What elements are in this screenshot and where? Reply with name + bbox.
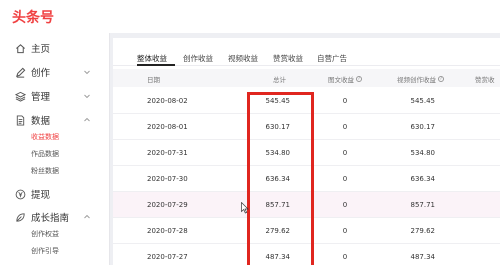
cell-date: 2020-07-31 [147, 149, 188, 157]
column-header-reward: 赞赏收 [475, 76, 495, 84]
column-header-label: 视频创作收益 [397, 76, 436, 84]
cell-date: 2020-07-29 [147, 201, 188, 209]
cell-total: 636.34 [265, 175, 291, 183]
cell-total: 545.45 [265, 97, 291, 105]
chevron-down-icon[interactable] [83, 92, 91, 100]
yen-icon [14, 188, 26, 200]
help-icon[interactable]: ? [438, 76, 444, 82]
tab-reward-revenue[interactable]: 赞赏收益 [273, 53, 303, 64]
column-header-total: 总计 [273, 76, 286, 84]
table-row[interactable]: 2020-07-31 534.80 0 534.80 [113, 140, 500, 166]
layers-icon [14, 90, 26, 102]
help-icon[interactable]: ? [356, 76, 362, 82]
sidebar-item-create[interactable]: 创作 [0, 62, 110, 82]
cell-video-creation: 487.34 [410, 253, 436, 261]
cell-image-text: 0 [342, 253, 348, 261]
tab-creation-revenue[interactable]: 创作收益 [183, 53, 213, 64]
cell-video-creation: 630.17 [410, 123, 436, 131]
tab-bar: 整体收益 创作收益 视频收益 赞赏收益 自营广告 [113, 38, 500, 66]
document-icon [14, 114, 26, 126]
chevron-down-icon[interactable] [83, 68, 91, 76]
sidebar-item-data[interactable]: 数据 [0, 110, 110, 130]
sidebar-item-home[interactable]: 主页 [0, 38, 110, 58]
cell-image-text: 0 [342, 175, 348, 183]
cell-image-text: 0 [342, 149, 348, 157]
tab-overall-revenue[interactable]: 整体收益 [137, 53, 167, 64]
main-panel: 整体收益 创作收益 视频收益 赞赏收益 自营广告 日期 总计 图文收益 ? 视频… [113, 38, 500, 265]
column-header-image-text: 图文收益 ? [328, 74, 362, 84]
column-header-date: 日期 [147, 76, 160, 84]
cell-image-text: 0 [342, 123, 348, 131]
table-row[interactable]: 2020-07-30 636.34 0 636.34 [113, 166, 500, 192]
cell-video-creation: 279.62 [410, 227, 436, 235]
sidebar-item-label: 管理 [31, 92, 51, 103]
sidebar-item-growth-guide[interactable]: 成长指南 [0, 207, 110, 227]
table-header: 日期 总计 图文收益 ? 视频创作收益 ? 赞赏收 [113, 69, 500, 87]
sidebar-item-label: 数据 [31, 116, 51, 127]
sidebar-subitem-works-data[interactable]: 作品数据 [31, 147, 59, 161]
tab-self-ads[interactable]: 自营广告 [317, 53, 347, 64]
sidebar-item-label: 提现 [31, 190, 51, 201]
cell-video-creation: 857.71 [410, 201, 436, 209]
cell-total: 534.80 [265, 149, 291, 157]
sidebar-item-label: 成长指南 [31, 213, 70, 224]
cell-date: 2020-07-30 [147, 175, 188, 183]
cell-total: 279.62 [265, 227, 291, 235]
sidebar-subitem-creator-rights[interactable]: 创作权益 [31, 227, 59, 241]
active-tab-indicator [137, 64, 175, 66]
table-row[interactable]: 2020-08-01 630.17 0 630.17 [113, 114, 500, 140]
cell-date: 2020-07-28 [147, 227, 188, 235]
table-row[interactable]: 2020-07-28 279.62 0 279.62 [113, 218, 500, 244]
cell-total: 487.34 [265, 253, 291, 261]
cell-date: 2020-08-01 [147, 123, 188, 131]
cell-video-creation: 545.45 [410, 97, 436, 105]
sidebar-subitem-revenue-data[interactable]: 收益数据 [31, 130, 59, 144]
cell-date: 2020-07-27 [147, 253, 188, 261]
sidebar-item-label: 主页 [31, 44, 51, 55]
tab-video-revenue[interactable]: 视频收益 [228, 53, 258, 64]
sidebar: 主页 创作 管理 数据 收益数据 作品数据 粉丝数据 提现 成长指南 创作权益 … [0, 33, 110, 265]
column-header-label: 图文收益 [328, 76, 354, 84]
sidebar-subitem-creator-guide[interactable]: 创作引导 [31, 244, 59, 258]
sidebar-item-manage[interactable]: 管理 [0, 86, 110, 106]
sidebar-subitem-fans-data[interactable]: 粉丝数据 [31, 164, 59, 178]
chevron-up-icon[interactable] [83, 213, 91, 221]
sidebar-item-withdraw[interactable]: 提现 [0, 184, 110, 204]
home-icon [14, 42, 26, 54]
cell-image-text: 0 [342, 97, 348, 105]
cell-video-creation: 534.80 [410, 149, 436, 157]
mouse-cursor-icon [241, 202, 249, 214]
cell-date: 2020-08-02 [147, 97, 188, 105]
edit-icon [14, 66, 26, 78]
table-row[interactable]: 2020-07-29 857.71 0 857.71 [113, 192, 500, 218]
cell-image-text: 0 [342, 201, 348, 209]
table-row[interactable]: 2020-08-02 545.45 0 545.45 [113, 88, 500, 114]
table-row[interactable]: 2020-07-27 487.34 0 487.34 [113, 244, 500, 265]
cell-total: 630.17 [265, 123, 291, 131]
top-bar: 头条号 [0, 0, 500, 33]
growth-icon [14, 211, 26, 223]
app-logo[interactable]: 头条号 [12, 7, 54, 27]
column-header-video-creation: 视频创作收益 ? [397, 74, 444, 84]
chevron-up-icon[interactable] [83, 116, 91, 124]
cell-video-creation: 636.34 [410, 175, 436, 183]
cell-image-text: 0 [342, 227, 348, 235]
sidebar-item-label: 创作 [31, 68, 51, 79]
